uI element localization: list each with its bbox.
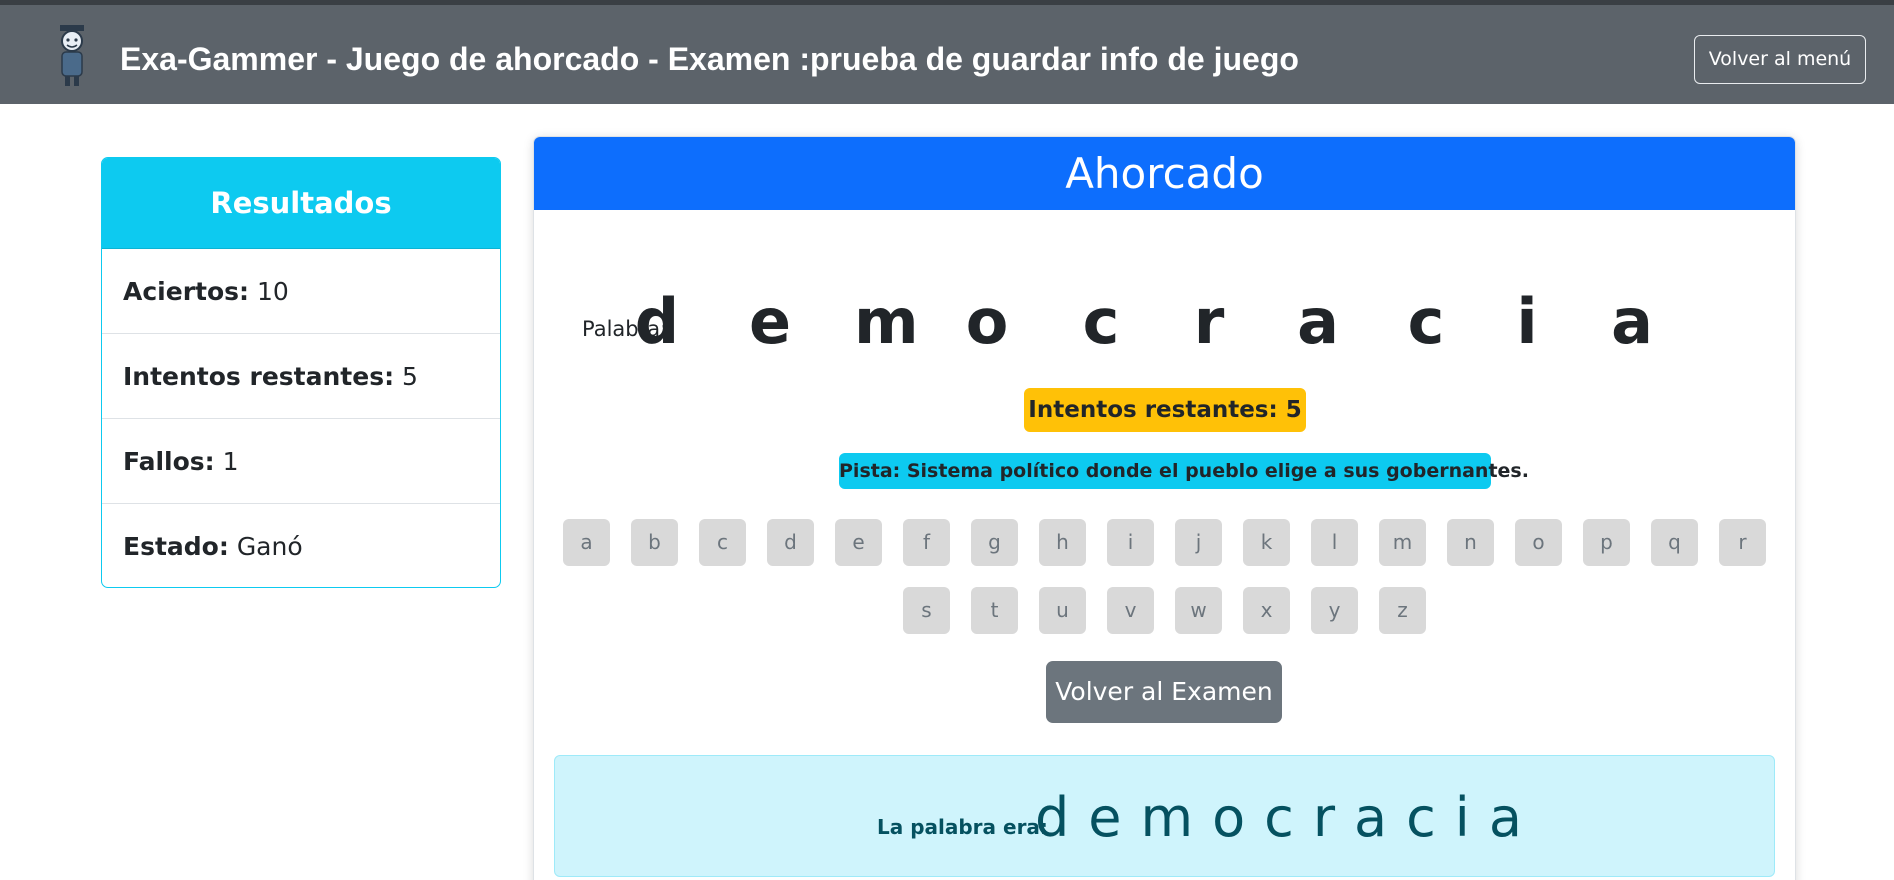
key-t[interactable]: t — [971, 587, 1018, 634]
results-row-value: 1 — [222, 447, 239, 476]
top-navbar: Exa-Gammer - Juego de ahorcado - Examen … — [0, 0, 1894, 104]
key-e[interactable]: e — [835, 519, 882, 566]
hangman-title: Ahorcado — [534, 137, 1795, 210]
answer-alert: La palabra era: democracia — [554, 755, 1775, 877]
results-row-label: Estado: — [123, 532, 229, 561]
hint-badge: Pista: Sistema político donde el pueblo … — [839, 453, 1529, 489]
back-to-menu-button[interactable]: Volver al menú — [1694, 35, 1866, 84]
key-r[interactable]: r — [1719, 519, 1766, 566]
key-l[interactable]: l — [1311, 519, 1358, 566]
results-row-value: 5 — [402, 362, 418, 391]
results-card: Resultados Aciertos: 10 Intentos restant… — [101, 157, 501, 588]
key-n[interactable]: n — [1447, 519, 1494, 566]
key-i[interactable]: i — [1107, 519, 1154, 566]
student-avatar-icon — [60, 25, 84, 86]
key-z[interactable]: z — [1379, 587, 1426, 634]
key-f[interactable]: f — [903, 519, 950, 566]
word-letter: e — [748, 285, 792, 358]
word-letter: c — [1082, 285, 1120, 358]
word-letter: d — [634, 285, 680, 358]
key-y[interactable]: y — [1311, 587, 1358, 634]
results-row-label: Fallos: — [123, 447, 215, 476]
key-h[interactable]: h — [1039, 519, 1086, 566]
key-j[interactable]: j — [1175, 519, 1222, 566]
key-o[interactable]: o — [1515, 519, 1562, 566]
key-v[interactable]: v — [1107, 587, 1154, 634]
word-letter: i — [1516, 285, 1538, 358]
back-to-exam-button[interactable]: Volver al Examen — [1046, 661, 1282, 723]
word-letter: c — [1407, 285, 1445, 358]
hangman-card: Ahorcado Palabra: d e m o c r a c i a In… — [533, 136, 1796, 880]
answer-label: La palabra era: — [877, 815, 1048, 839]
key-m[interactable]: m — [1379, 519, 1426, 566]
answer-word: democracia — [1035, 786, 1541, 849]
results-row-fallos: Fallos: 1 — [102, 419, 500, 504]
key-x[interactable]: x — [1243, 587, 1290, 634]
results-row-estado: Estado: Ganó — [102, 504, 500, 587]
word-letter: a — [1611, 285, 1653, 358]
key-s[interactable]: s — [903, 587, 950, 634]
results-row-label: Intentos restantes: — [123, 362, 395, 391]
word-letter: o — [965, 285, 1009, 358]
word-letter: r — [1193, 285, 1225, 358]
results-row-label: Aciertos: — [123, 277, 250, 306]
app-title: Exa-Gammer - Juego de ahorcado - Examen … — [120, 41, 1299, 77]
key-d[interactable]: d — [767, 519, 814, 566]
key-p[interactable]: p — [1583, 519, 1630, 566]
word-letter: m — [854, 285, 919, 358]
key-g[interactable]: g — [971, 519, 1018, 566]
key-k[interactable]: k — [1243, 519, 1290, 566]
word-display: Palabra: d e m o c r a c i a — [534, 277, 1795, 367]
remaining-attempts-badge: Intentos restantes: 5 — [1024, 388, 1306, 432]
word-letter: a — [1297, 285, 1339, 358]
results-row-value: Ganó — [236, 532, 303, 561]
key-u[interactable]: u — [1039, 587, 1086, 634]
key-b[interactable]: b — [631, 519, 678, 566]
key-w[interactable]: w — [1175, 587, 1222, 634]
key-c[interactable]: c — [699, 519, 746, 566]
results-row-intentos: Intentos restantes: 5 — [102, 334, 500, 419]
results-row-value: 10 — [256, 277, 289, 306]
key-a[interactable]: a — [563, 519, 610, 566]
results-title: Resultados — [102, 158, 500, 249]
key-q[interactable]: q — [1651, 519, 1698, 566]
results-row-aciertos: Aciertos: 10 — [102, 249, 500, 334]
